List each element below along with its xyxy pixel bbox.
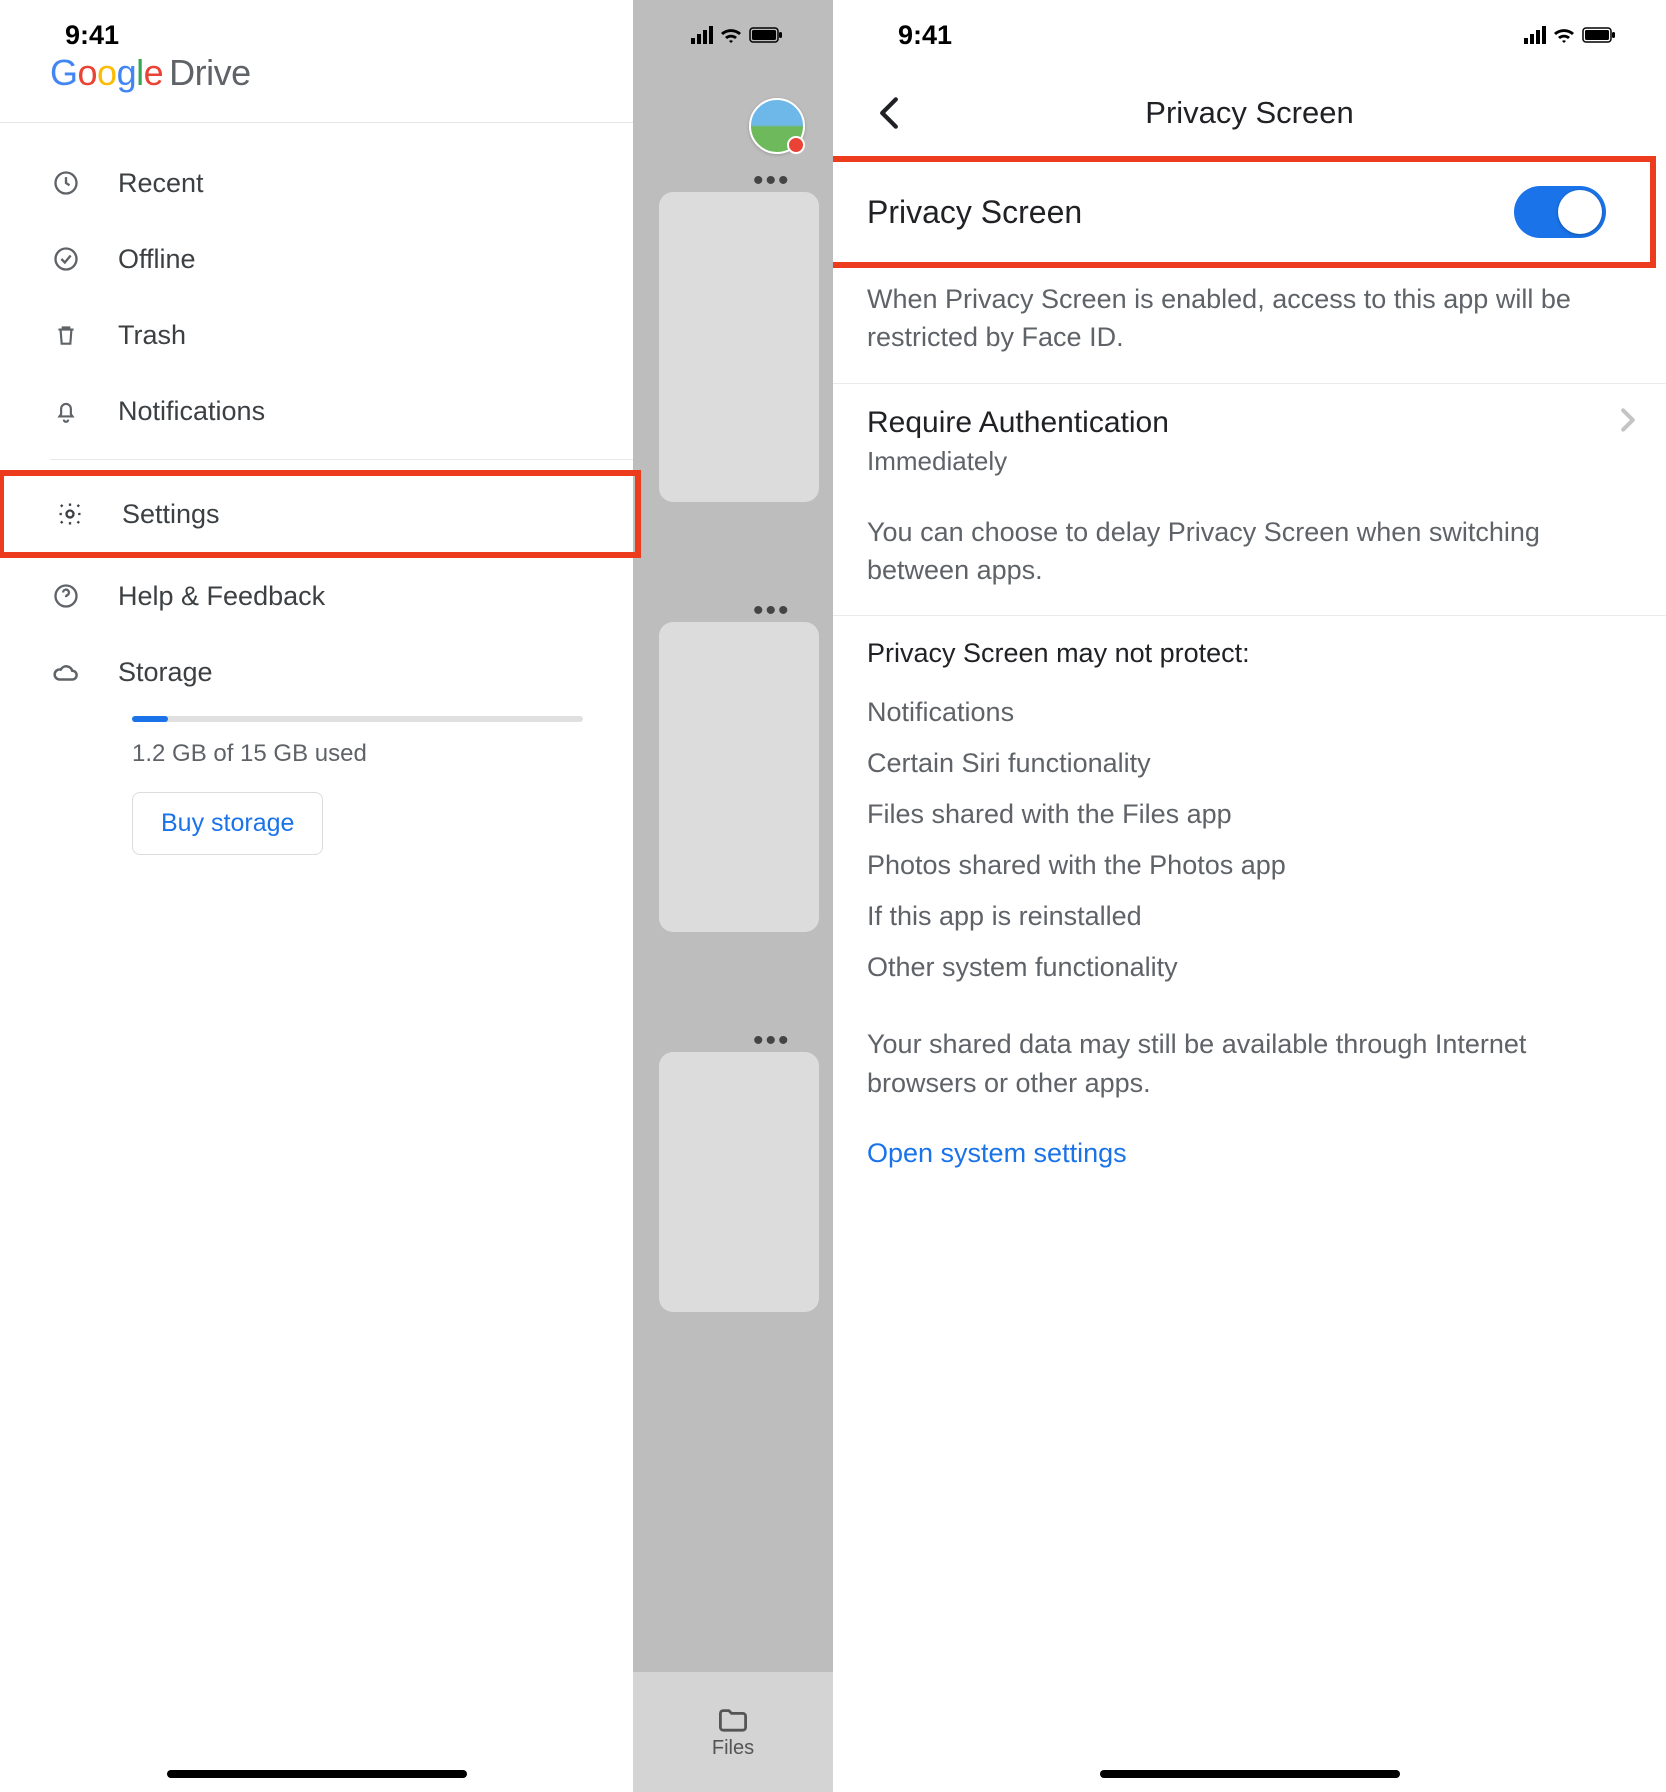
- nav-label: Offline: [118, 244, 196, 275]
- nav-trash[interactable]: Trash: [0, 297, 633, 373]
- require-auth-title: Require Authentication: [867, 406, 1169, 440]
- back-button[interactable]: [869, 93, 909, 133]
- divider: [50, 459, 633, 460]
- status-time: 9:41: [65, 20, 119, 51]
- require-authentication-row[interactable]: Require Authentication: [833, 384, 1666, 446]
- home-indicator: [1100, 1770, 1400, 1778]
- home-indicator: [167, 1770, 467, 1778]
- file-card[interactable]: [659, 622, 819, 932]
- nav-label: Settings: [122, 499, 220, 530]
- trash-icon: [50, 319, 82, 351]
- protect-list-head: Privacy Screen may not protect:: [867, 638, 1632, 669]
- nav-settings[interactable]: Settings: [0, 470, 641, 558]
- list-item: Other system functionality: [867, 942, 1632, 993]
- list-item: Files shared with the Files app: [867, 789, 1632, 840]
- cellular-icon: [1524, 26, 1546, 44]
- storage-bar: [132, 716, 583, 722]
- nav-recent[interactable]: Recent: [0, 145, 633, 221]
- wifi-icon: [1552, 26, 1576, 44]
- tab-files[interactable]: Files: [633, 1672, 833, 1792]
- nav-label: Recent: [118, 168, 204, 199]
- buy-storage-button[interactable]: Buy storage: [132, 792, 323, 855]
- privacy-screen-toggle[interactable]: [1514, 186, 1606, 238]
- delay-description: You can choose to delay Privacy Screen w…: [833, 495, 1666, 617]
- nav-label: Trash: [118, 320, 186, 351]
- privacy-screen-label: Privacy Screen: [867, 194, 1082, 231]
- nav-help[interactable]: Help & Feedback: [0, 558, 633, 634]
- bell-icon: [50, 395, 82, 427]
- nav-storage[interactable]: Storage: [0, 634, 633, 710]
- tab-files-label: Files: [712, 1737, 754, 1760]
- status-bar: 9:41: [0, 0, 633, 70]
- list-item: Notifications: [867, 687, 1632, 738]
- nav-label: Help & Feedback: [118, 581, 325, 612]
- nav-label: Storage: [118, 657, 213, 688]
- file-card[interactable]: [659, 192, 819, 502]
- file-card[interactable]: [659, 1052, 819, 1312]
- help-icon: [50, 580, 82, 612]
- list-item: If this app is reinstalled: [867, 891, 1632, 942]
- navigation-drawer: 9:41 Google Drive Recent Offline: [0, 0, 633, 1792]
- require-auth-value: Immediately: [833, 446, 1666, 495]
- avatar[interactable]: [749, 98, 805, 154]
- list-item: Certain Siri functionality: [867, 738, 1632, 789]
- page-title: Privacy Screen: [1145, 95, 1353, 131]
- nav-notifications[interactable]: Notifications: [0, 373, 633, 449]
- nav-offline[interactable]: Offline: [0, 221, 633, 297]
- status-icons: [1524, 26, 1616, 44]
- dimmed-background: ••• ••• ••• Files: [633, 0, 833, 1792]
- open-system-settings-link[interactable]: Open system settings: [833, 1112, 1666, 1195]
- status-bar: 9:41: [833, 0, 1666, 70]
- storage-usage-text: 1.2 GB of 15 GB used: [132, 740, 583, 768]
- chevron-right-icon: [1620, 407, 1636, 438]
- battery-icon: [1582, 27, 1616, 43]
- gear-icon: [54, 498, 86, 530]
- shared-data-note: Your shared data may still be available …: [833, 1001, 1666, 1112]
- nav-label: Notifications: [118, 396, 265, 427]
- list-item: Photos shared with the Photos app: [867, 840, 1632, 891]
- status-time: 9:41: [898, 20, 952, 51]
- clock-icon: [50, 167, 82, 199]
- cloud-icon: [50, 656, 82, 688]
- highlight-box: Privacy Screen: [827, 156, 1656, 268]
- offline-icon: [50, 243, 82, 275]
- privacy-screen-description: When Privacy Screen is enabled, access t…: [833, 268, 1666, 384]
